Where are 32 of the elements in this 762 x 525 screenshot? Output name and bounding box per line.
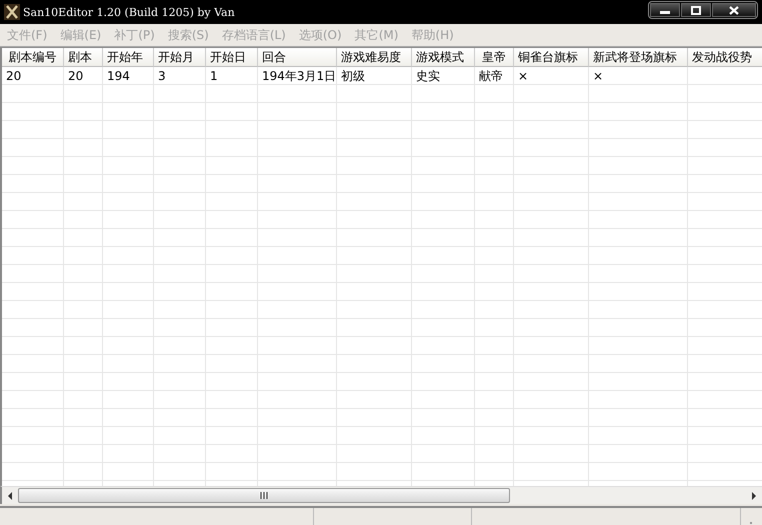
column-header[interactable]: 开始月 (154, 48, 206, 67)
column-header[interactable]: 新武将登场旗标 (589, 48, 688, 67)
table-cell: 194 (103, 67, 154, 85)
horizontal-scrollbar[interactable] (0, 486, 762, 504)
column-header[interactable]: 铜雀台旗标 (514, 48, 589, 67)
column-header[interactable]: 剧本编号 (2, 48, 64, 67)
scrollbar-thumb[interactable] (18, 488, 510, 503)
table-cell: 20 (64, 67, 103, 85)
column-header[interactable]: 回合 (258, 48, 337, 67)
maximize-icon (691, 6, 701, 14)
minimize-button[interactable] (650, 3, 680, 17)
column-header[interactable]: 皇帝 (475, 48, 514, 67)
table-cell: × (589, 67, 688, 85)
table-cell: 初级 (337, 67, 412, 85)
table-cell: 史实 (412, 67, 475, 85)
table-cell: 1 (206, 67, 258, 85)
column-header[interactable]: 发动战役势 (688, 48, 762, 67)
column-header[interactable]: 剧本 (64, 48, 103, 67)
table-cell: × (514, 67, 589, 85)
column-header[interactable]: 游戏难易度 (337, 48, 412, 67)
column-header[interactable]: 开始日 (206, 48, 258, 67)
close-icon (729, 6, 739, 14)
maximize-button[interactable] (681, 3, 711, 17)
table-cell: 3 (154, 67, 206, 85)
app-logo-icon (4, 4, 20, 20)
column-header[interactable]: 游戏模式 (412, 48, 475, 67)
close-button[interactable] (712, 3, 756, 17)
table-cell: 献帝 (475, 67, 514, 85)
table-cell: 20 (2, 67, 64, 85)
window-title: San10Editor 1.20 (Build 1205) by Van (23, 6, 236, 18)
table-cell: 194年3月1日 (258, 67, 337, 85)
column-header[interactable]: 开始年 (103, 48, 154, 67)
